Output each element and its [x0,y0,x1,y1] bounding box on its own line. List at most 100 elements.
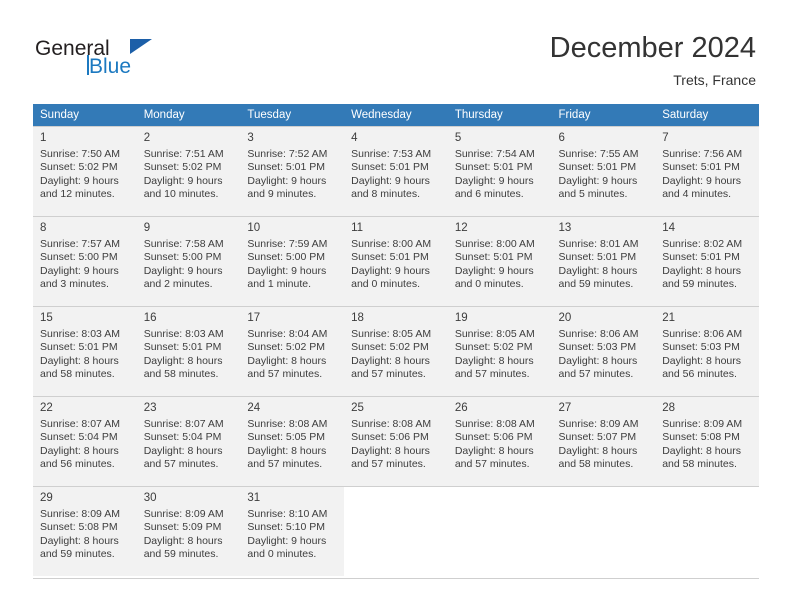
day-cell[interactable]: 19 Sunrise: 8:05 AM Sunset: 5:02 PM Dayligh… [447,306,552,396]
day-details: Sunrise: 8:10 AM Sunset: 5:10 PM Daylight:… [247,508,338,562]
day-cell[interactable]: 10 Sunrise: 7:59 AM Sunset: 5:00 PM Dayligh… [240,216,345,306]
sunset-text: Sunset: 5:07 PM [558,431,637,444]
daylight-text-line2: and 57 minutes. [247,458,323,471]
day-details: Sunrise: 8:02 AM Sunset: 5:01 PM Daylight:… [662,238,753,292]
day-details: Sunrise: 7:50 AM Sunset: 5:02 PM Daylight:… [40,148,131,202]
sunset-text: Sunset: 5:02 PM [247,341,326,354]
sunrise-text: Sunrise: 8:05 AM [351,328,432,340]
sunset-text: Sunset: 5:01 PM [351,161,429,174]
daylight-text-line1: Daylight: 8 hours [662,354,742,367]
day-cell[interactable]: 22 Sunrise: 8:07 AM Sunset: 5:04 PM Dayligh… [33,396,137,486]
calendar-cell: 25 Sunrise: 8:08 AM Sunset: 5:06 PM Dayligh… [344,396,448,486]
day-number: 13 [558,222,572,234]
day-cell[interactable]: 5 Sunrise: 7:54 AM Sunset: 5:01 PM Daylight… [447,126,552,216]
day-cell[interactable]: 16 Sunrise: 8:03 AM Sunset: 5:01 PM Dayligh… [136,306,241,396]
column-header-saturday: Saturday [655,104,759,126]
day-cell[interactable]: 17 Sunrise: 8:04 AM Sunset: 5:02 PM Dayligh… [240,306,345,396]
day-cell[interactable]: 8 Sunrise: 7:57 AM Sunset: 5:00 PM Daylight… [33,216,137,306]
day-details: Sunrise: 8:00 AM Sunset: 5:01 PM Daylight:… [351,238,442,292]
day-cell[interactable]: 23 Sunrise: 8:07 AM Sunset: 5:04 PM Dayligh… [136,396,241,486]
day-cell[interactable]: 31 Sunrise: 8:10 AM Sunset: 5:10 PM Dayligh… [240,486,345,576]
calendar-cell: 16 Sunrise: 8:03 AM Sunset: 5:01 PM Dayligh… [136,306,241,396]
daylight-text-line1: Daylight: 9 hours [662,174,742,187]
day-cell[interactable]: 3 Sunrise: 7:52 AM Sunset: 5:01 PM Daylight… [240,126,345,216]
calendar-cell: 15 Sunrise: 8:03 AM Sunset: 5:01 PM Dayligh… [33,306,137,396]
day-cell[interactable]: 26 Sunrise: 8:08 AM Sunset: 5:06 PM Dayligh… [447,396,552,486]
day-number: 17 [247,312,261,324]
day-cell[interactable]: 25 Sunrise: 8:08 AM Sunset: 5:06 PM Dayligh… [344,396,448,486]
day-cell[interactable]: 15 Sunrise: 8:03 AM Sunset: 5:01 PM Dayligh… [33,306,137,396]
day-details: Sunrise: 7:54 AM Sunset: 5:01 PM Daylight:… [455,148,546,202]
day-cell[interactable]: 21 Sunrise: 8:06 AM Sunset: 5:03 PM Dayligh… [655,306,759,396]
day-cell[interactable]: 12 Sunrise: 8:00 AM Sunset: 5:01 PM Dayligh… [447,216,552,306]
sunset-text: Sunset: 5:05 PM [247,431,326,444]
day-details: Sunrise: 8:05 AM Sunset: 5:02 PM Daylight:… [455,328,546,382]
day-number: 3 [247,132,254,144]
day-details: Sunrise: 8:05 AM Sunset: 5:02 PM Daylight:… [351,328,442,382]
daylight-text-line2: and 4 minutes. [662,188,732,201]
daylight-text-line1: Daylight: 8 hours [662,264,742,277]
sunrise-text: Sunrise: 8:03 AM [143,328,224,340]
day-number: 31 [247,492,261,504]
sunset-text: Sunset: 5:01 PM [662,161,740,174]
day-number: 23 [143,402,157,414]
day-cell[interactable]: 27 Sunrise: 8:09 AM Sunset: 5:07 PM Dayligh… [551,396,656,486]
day-cell[interactable]: 9 Sunrise: 7:58 AM Sunset: 5:00 PM Daylight… [136,216,241,306]
calendar-cell: 24 Sunrise: 8:08 AM Sunset: 5:05 PM Dayligh… [240,396,345,486]
triangle-flag-icon [130,39,152,54]
sunrise-text: Sunrise: 7:52 AM [247,148,328,160]
day-number: 19 [454,312,468,324]
day-cell[interactable]: 24 Sunrise: 8:08 AM Sunset: 5:05 PM Dayligh… [240,396,345,486]
sunset-text: Sunset: 5:09 PM [143,521,222,534]
day-cell[interactable]: 28 Sunrise: 8:09 AM Sunset: 5:08 PM Dayligh… [655,396,759,486]
calendar-body: 1 Sunrise: 7:50 AM Sunset: 5:02 PM Daylight… [33,126,759,576]
sunset-text: Sunset: 5:08 PM [40,521,118,534]
day-details: Sunrise: 7:58 AM Sunset: 5:00 PM Daylight:… [144,238,235,292]
day-cell[interactable]: 4 Sunrise: 7:53 AM Sunset: 5:01 PM Daylight… [344,126,448,216]
calendar-cell: 11 Sunrise: 8:00 AM Sunset: 5:01 PM Dayligh… [344,216,448,306]
day-cell[interactable]: 2 Sunrise: 7:51 AM Sunset: 5:02 PM Daylight… [136,126,241,216]
calendar-cell: 21 Sunrise: 8:06 AM Sunset: 5:03 PM Dayligh… [655,306,759,396]
sunrise-text: Sunrise: 8:09 AM [40,508,120,520]
calendar-cell: 20 Sunrise: 8:06 AM Sunset: 5:03 PM Dayligh… [551,306,656,396]
day-details: Sunrise: 8:00 AM Sunset: 5:01 PM Daylight:… [455,238,546,292]
sunrise-text: Sunrise: 8:02 AM [662,238,743,250]
sunset-text: Sunset: 5:02 PM [454,341,533,354]
daylight-text-line1: Daylight: 9 hours [40,174,119,187]
day-cell[interactable]: 30 Sunrise: 8:09 AM Sunset: 5:09 PM Dayligh… [136,486,241,576]
daylight-text-line1: Daylight: 9 hours [143,174,223,187]
day-number: 1 [40,132,47,144]
calendar-cell: 10 Sunrise: 7:59 AM Sunset: 5:00 PM Dayligh… [240,216,345,306]
daylight-text-line1: Daylight: 8 hours [40,444,119,457]
daylight-text-line2: and 9 minutes. [247,188,317,201]
day-details: Sunrise: 7:52 AM Sunset: 5:01 PM Daylight:… [247,148,338,202]
calendar-week-row: 1 Sunrise: 7:50 AM Sunset: 5:02 PM Daylight… [33,126,759,216]
daylight-text-line1: Daylight: 9 hours [454,264,534,277]
daylight-text-line1: Daylight: 8 hours [558,444,638,457]
daylight-text-line2: and 57 minutes. [454,458,530,471]
daylight-text-line1: Daylight: 8 hours [558,264,638,277]
daylight-text-line1: Daylight: 9 hours [351,264,430,277]
day-cell[interactable]: 14 Sunrise: 8:02 AM Sunset: 5:01 PM Dayligh… [655,216,759,306]
sunrise-text: Sunrise: 7:59 AM [247,238,328,250]
day-cell[interactable]: 20 Sunrise: 8:06 AM Sunset: 5:03 PM Dayligh… [551,306,656,396]
day-cell[interactable]: 18 Sunrise: 8:05 AM Sunset: 5:02 PM Dayligh… [344,306,448,396]
day-cell[interactable]: 6 Sunrise: 7:55 AM Sunset: 5:01 PM Daylight… [551,126,656,216]
day-cell[interactable]: 11 Sunrise: 8:00 AM Sunset: 5:01 PM Dayligh… [344,216,448,306]
daylight-text-line2: and 0 minutes. [454,278,524,291]
calendar-cell: 3 Sunrise: 7:52 AM Sunset: 5:01 PM Daylight… [240,126,345,216]
day-cell[interactable]: 13 Sunrise: 8:01 AM Sunset: 5:01 PM Dayligh… [551,216,656,306]
sunset-text: Sunset: 5:03 PM [662,341,740,354]
sunrise-text: Sunrise: 8:08 AM [247,418,328,430]
daylight-text-line2: and 56 minutes. [662,368,737,381]
daylight-text-line2: and 2 minutes. [143,278,213,291]
day-cell[interactable]: 1 Sunrise: 7:50 AM Sunset: 5:02 PM Daylight… [33,126,137,216]
day-cell[interactable]: 7 Sunrise: 7:56 AM Sunset: 5:01 PM Daylight… [655,126,759,216]
day-details: Sunrise: 8:09 AM Sunset: 5:09 PM Daylight:… [144,508,235,562]
general-blue-logo[interactable]: General Blue [35,38,215,84]
day-details: Sunrise: 8:03 AM Sunset: 5:01 PM Daylight:… [40,328,131,382]
day-cell[interactable]: 29 Sunrise: 8:09 AM Sunset: 5:08 PM Dayligh… [33,486,137,576]
sunset-text: Sunset: 5:08 PM [662,431,740,444]
logo-text-blue: Blue [89,55,132,78]
daylight-text-line2: and 0 minutes. [351,278,420,291]
